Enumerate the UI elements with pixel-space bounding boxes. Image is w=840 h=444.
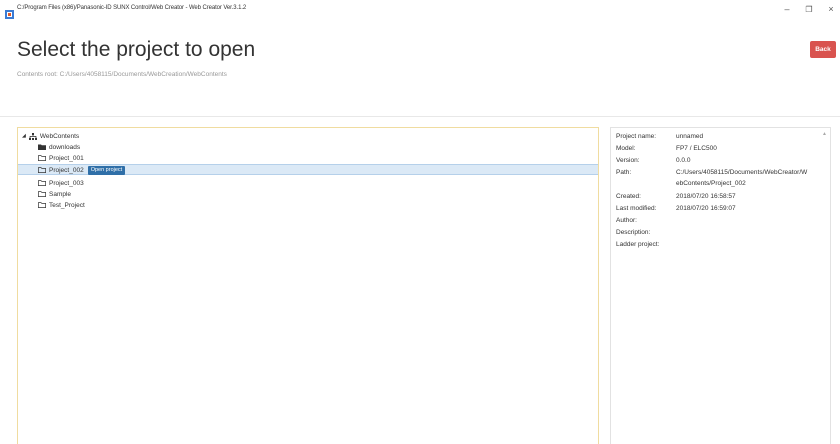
- tree-item-label: Test_Project: [49, 201, 85, 209]
- info-value: unnamed: [676, 133, 704, 140]
- tree-item-project-001[interactable]: Project_001: [38, 153, 84, 163]
- folder-outline-icon: [38, 202, 46, 208]
- window-titlebar: C:/Program Files (x86)/Panasonic-ID SUNX…: [0, 0, 840, 22]
- back-button[interactable]: Back: [810, 41, 836, 58]
- info-value: 2018/07/20 16:58:57: [676, 193, 736, 200]
- info-label: Project name:: [616, 133, 657, 140]
- info-value: 0.0.0: [676, 157, 691, 164]
- folder-outline-icon: [38, 191, 46, 197]
- folder-outline-icon: [38, 180, 46, 186]
- info-value: FP7 / ELC500: [676, 145, 717, 152]
- sitemap-icon: [28, 132, 37, 140]
- page-title: Select the project to open: [17, 38, 256, 61]
- tree-item-label: Project_001: [49, 154, 84, 162]
- contents-root-path: Contents root: C:/Users/4058115/Document…: [17, 71, 227, 78]
- info-label: Author:: [616, 217, 637, 224]
- scroll-up-arrow-icon[interactable]: ▲: [822, 131, 827, 137]
- info-label: Ladder project:: [616, 241, 660, 248]
- maximize-button[interactable]: ❐: [802, 5, 816, 14]
- info-label: Description:: [616, 229, 651, 236]
- tree-item-label: Project_002: [49, 166, 84, 174]
- info-label: Path:: [616, 169, 632, 176]
- info-value: C:/Users/4058115/Documents/WebCreator/W: [676, 169, 808, 176]
- tree-root-webcontents[interactable]: ◢ WebContents: [22, 131, 79, 141]
- open-project-tooltip[interactable]: Open project: [87, 165, 126, 175]
- tree-item-project-003[interactable]: Project_003: [38, 178, 84, 188]
- tree-item-label: Sample: [49, 190, 72, 198]
- info-label: Created:: [616, 193, 641, 200]
- tree-item-downloads[interactable]: downloads: [38, 142, 80, 152]
- header-divider: [0, 116, 840, 117]
- tree-item-project-002[interactable]: Project_002 Open project: [38, 165, 126, 175]
- project-tree[interactable]: ◢ WebContents downloads Project_001 Proj…: [17, 127, 599, 444]
- expand-caret-icon[interactable]: ◢: [22, 133, 26, 139]
- tree-item-test-project[interactable]: Test_Project: [38, 200, 85, 210]
- folder-filled-icon: [38, 144, 46, 150]
- info-label: Last modified:: [616, 205, 657, 212]
- project-info-panel: ▲ Project name: unnamed Model: FP7 / ELC…: [610, 127, 831, 444]
- info-label: Model:: [616, 145, 636, 152]
- info-label: Version:: [616, 157, 640, 164]
- folder-outline-icon: [38, 167, 46, 173]
- folder-outline-icon: [38, 155, 46, 161]
- window-title: C:/Program Files (x86)/Panasonic-ID SUNX…: [17, 5, 247, 11]
- tree-item-label: downloads: [49, 143, 81, 151]
- info-value: 2018/07/20 16:59:07: [676, 205, 736, 212]
- tree-item-label: Project_003: [49, 179, 84, 187]
- tree-root-label: WebContents: [39, 132, 80, 140]
- tree-item-sample[interactable]: Sample: [38, 189, 71, 199]
- info-value: ebContents/Project_002: [676, 180, 746, 187]
- app-icon: [5, 6, 14, 19]
- close-button[interactable]: ×: [824, 4, 838, 14]
- minimize-button[interactable]: –: [780, 4, 794, 14]
